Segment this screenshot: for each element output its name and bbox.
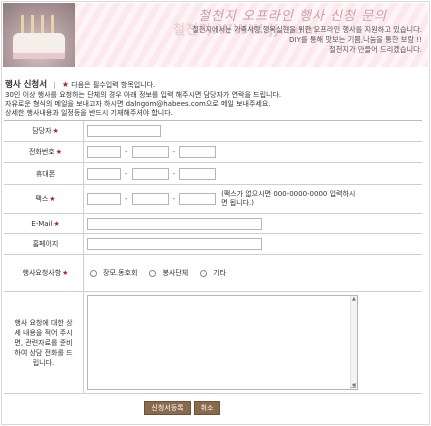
manager-field-cell [84,121,422,141]
fax-input-2[interactable] [131,193,169,205]
phone-field-cell: - - [84,142,422,162]
radio-volunteer-label: 봉사단체 [162,269,189,277]
radio-volunteer[interactable]: 봉사단체 [149,268,188,278]
dash: - [172,169,176,178]
mobile-label: 휴대폰 [4,163,84,184]
homepage-field-cell [84,234,422,254]
row-email: E-Mail ★ [4,214,422,234]
row-fax: 팩스 ★ - - (팩스가 없으시면 000-0000-0000 입력하시면 됩… [4,185,422,214]
email-field-cell [84,214,422,233]
required-note: 다음은 필수입력 항목입니다. [71,81,156,89]
banner: 철천지 오프라인 행사 신청 문의 철천지.WWW.jj.com 철천지에서는 … [3,3,428,67]
event-type-label: 행사요청사항 ★ [4,255,84,291]
application-form-table: 담당자 ★ 전화번호 ★ - - 휴대폰 - - 팩스 ★ - - (팩스가 없… [4,120,422,394]
phone-input-3[interactable] [179,146,217,158]
mobile-input-2[interactable] [131,167,169,180]
dash: - [172,148,176,156]
banner-line: 철천지가 만들어 드리겠습니다. [329,45,422,54]
form-header: 행사 신청서 | ★ 다음은 필수입력 항목입니다. [5,78,425,90]
candle-shape [41,15,44,35]
mobile-field-cell: - - [84,163,422,184]
mobile-input-3[interactable] [179,167,217,180]
phone-label-text: 전화번호 [28,148,55,156]
form-intro: 30인 이상 행사를 요청하는 단체의 경우 아래 정보를 입력 해주시면 담당… [5,91,425,118]
row-phone: 전화번호 ★ - - [4,142,422,163]
fax-field-cell: - - (팩스가 없으시면 000-0000-0000 입력하시면 됩니다.) [84,185,422,213]
row-event-type: 행사요청사항 ★ 장모.동호회 봉사단체 기타 [4,255,422,292]
dash: - [125,169,128,178]
cake-shape [13,33,65,59]
candle-shape [51,15,54,35]
detail-label: 행사 요청에 대한 상세 내용을 적어 주시면, 관련자료를 준비하여 상담 전… [4,292,84,393]
banner-text: 철천지에서는 가족사랑,행복실현을 위한 오프라인 행사를 지원하고 있습니다.… [192,25,422,55]
radio-circle-icon[interactable] [90,269,97,277]
cancel-button[interactable]: 취소 [194,401,220,415]
required-star-icon: ★ [52,127,59,135]
submit-button[interactable]: 신청서등록 [144,401,191,415]
required-star-icon: ★ [55,148,63,156]
dash: - [125,148,128,156]
manager-label-text: 담당자 [32,127,52,135]
textarea-scrollbar[interactable]: ▲ ▼ [350,296,357,389]
dash: - [125,195,128,203]
detail-textarea[interactable]: ▲ ▼ [87,295,358,390]
fax-label-text: 팩스 [35,195,49,203]
form-buttons: 신청서등록 취소 [144,401,220,415]
intro-line: 30인 이상 행사를 요청하는 단체의 경우 아래 정보를 입력 해주시면 담당… [5,91,282,99]
intro-line: 자유로운 형식의 메일을 보내고자 하시면 dalngom@habees.com… [5,100,271,108]
banner-line: 철천지에서는 가족사랑,행복실현을 위한 오프라인 행사를 지원하고 있습니다. [192,25,422,34]
email-input[interactable] [87,217,262,230]
event-type-label-text: 행사요청사항 [22,269,62,277]
manager-input[interactable] [87,125,161,137]
dash: - [172,195,176,203]
row-homepage: 홈페이지 [4,234,422,255]
phone-input-2[interactable] [131,146,169,158]
detail-label-text: 행사 요청에 대한 상세 내용을 적어 주시면, 관련자료를 준비하여 상담 전… [14,318,73,367]
scroll-up-icon[interactable]: ▲ [352,296,356,302]
event-type-field-cell: 장모.동호회 봉사단체 기타 [84,255,422,291]
manager-label: 담당자 ★ [4,121,84,141]
title-separator: | [53,81,56,89]
candle-shape [21,15,24,35]
resize-grip-icon[interactable] [351,383,356,388]
row-manager: 담당자 ★ [4,121,422,142]
homepage-label: 홈페이지 [4,234,84,254]
radio-other[interactable]: 기타 [200,268,226,278]
required-star-icon: ★ [53,219,60,228]
required-star-icon: ★ [62,269,69,277]
row-mobile: 휴대폰 - - [4,163,422,185]
candle-shape [31,15,34,35]
mobile-label-text: 휴대폰 [35,169,56,178]
row-detail: 행사 요청에 대한 상세 내용을 적어 주시면, 관련자료를 준비하여 상담 전… [4,292,422,394]
radio-club[interactable]: 장모.동호회 [90,268,137,278]
phone-label: 전화번호 ★ [4,142,84,162]
email-label: E-Mail ★ [4,214,84,233]
homepage-input[interactable] [87,238,262,250]
radio-other-label: 기타 [213,269,227,277]
intro-line: 상세한 행사내용과 일정등을 반드시 기재해주셔야 합니다. [5,109,173,117]
fax-note: (팩스가 없으시면 000-0000-0000 입력하시면 됩니다.) [221,190,356,207]
form-title: 행사 신청서 [5,80,48,90]
fax-input-1[interactable] [87,193,121,205]
banner-photo [3,3,75,67]
phone-input-1[interactable] [87,146,121,158]
email-label-text: E-Mail [31,219,53,228]
required-star-icon: ★ [61,80,70,89]
fax-input-3[interactable] [179,193,217,205]
mobile-input-1[interactable] [87,167,121,180]
required-star-icon: ★ [49,195,56,203]
radio-club-label: 장모.동호회 [103,269,138,277]
fax-label: 팩스 ★ [4,185,84,213]
radio-circle-icon[interactable] [200,269,208,277]
homepage-label-text: 홈페이지 [32,240,59,248]
radio-circle-icon[interactable] [149,269,157,277]
detail-field-cell: ▲ ▼ [84,292,422,393]
banner-line: DIY를 통해 맛보는 기쁨,나눔을 통한 보람 !! [289,35,422,44]
